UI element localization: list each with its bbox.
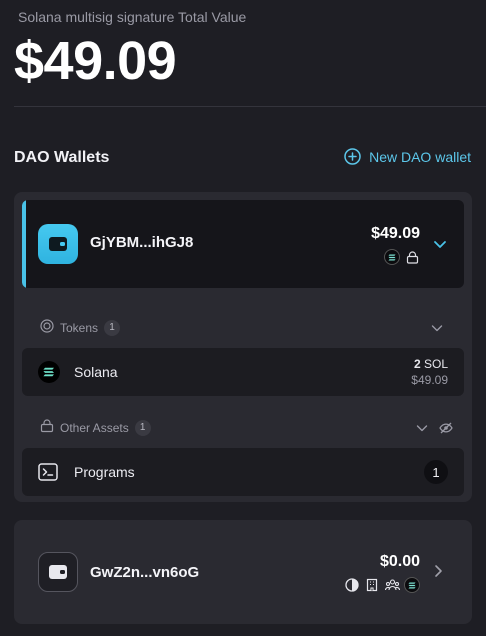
tokens-count-badge: 1 [104, 319, 121, 336]
total-value: $49.09 [14, 31, 177, 91]
token-unit: SOL [423, 357, 448, 371]
section-title: DAO Wallets [14, 149, 110, 166]
wallet-badges [384, 249, 420, 265]
wallet-name: GwZ2n...vn6oG [90, 564, 200, 581]
token-amount: 2 [413, 357, 421, 371]
token-row-solana[interactable]: Solana 2 SOL $49.09 [22, 348, 464, 396]
coin-icon [40, 319, 54, 336]
wallet-group: GjYBM...ihGJ8 $49.09 Tokens 1 Solana 2 S… [14, 192, 472, 502]
programs-count-badge: 1 [424, 460, 448, 484]
wallet-header[interactable]: GjYBM...ihGJ8 $49.09 [22, 200, 464, 288]
chevron-down-icon[interactable] [415, 421, 429, 440]
chevron-right-icon[interactable] [430, 563, 446, 584]
wallet-card[interactable]: GwZ2n...vn6oG $0.00 [14, 520, 472, 624]
eye-off-icon[interactable] [439, 421, 453, 440]
half-circle-icon [344, 577, 360, 593]
other-assets-count-badge: 1 [134, 419, 151, 436]
other-assets-label: Other Assets [60, 420, 129, 435]
plus-circle-icon [344, 148, 361, 165]
tokens-section-header[interactable]: Tokens 1 [40, 319, 121, 336]
new-dao-wallet-label: New DAO wallet [369, 148, 471, 165]
wallet-icon [38, 552, 78, 592]
token-usd-value: $49.09 [411, 373, 448, 387]
solana-icon [38, 361, 60, 383]
wallet-badges [344, 577, 420, 593]
solana-icon [384, 249, 400, 265]
wallet-amount: $49.09 [371, 225, 420, 242]
wallet-name: GjYBM...ihGJ8 [90, 234, 194, 251]
tokens-label: Tokens [60, 320, 99, 335]
wallet-icon [38, 224, 78, 264]
new-dao-wallet-button[interactable]: New DAO wallet [344, 148, 471, 165]
active-accent-bar [22, 200, 26, 288]
people-icon [384, 577, 400, 593]
token-balance: 2 SOL [414, 357, 448, 371]
lock-icon [404, 249, 420, 265]
chevron-down-icon[interactable] [430, 321, 444, 340]
bag-icon [40, 419, 54, 436]
building-icon [364, 577, 380, 593]
terminal-icon [38, 462, 58, 482]
wallet-amount: $0.00 [379, 553, 420, 570]
chevron-down-icon[interactable] [432, 236, 448, 257]
asset-name: Programs [74, 464, 135, 480]
solana-icon [404, 577, 420, 593]
total-value-label: Solana multisig signature Total Value [18, 9, 247, 25]
divider [14, 106, 486, 107]
asset-row-programs[interactable]: Programs 1 [22, 448, 464, 496]
token-name: Solana [74, 364, 118, 380]
other-assets-section-header[interactable]: Other Assets 1 [40, 419, 151, 436]
